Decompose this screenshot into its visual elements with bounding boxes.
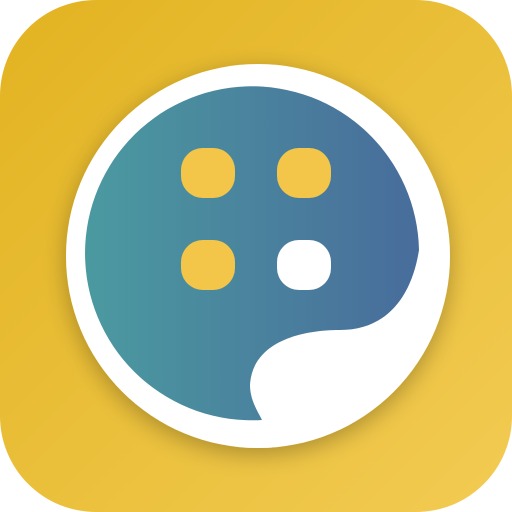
dot-top-left: [181, 148, 235, 198]
dot-top-right: [277, 148, 331, 198]
dot-bottom-left: [181, 240, 235, 290]
dot-bottom-right: [277, 240, 331, 290]
app-icon[interactable]: [0, 0, 512, 512]
app-icon-graphic: [0, 0, 512, 512]
